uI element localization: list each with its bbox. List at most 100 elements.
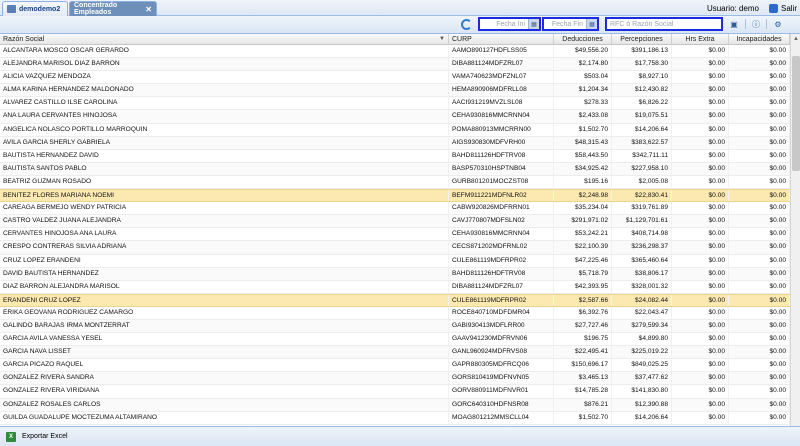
cell-hrs-extra: $0.00 bbox=[672, 190, 729, 202]
table-row[interactable]: AVILA GARCIA SHERLY GABRIELA AIGS930830MD… bbox=[0, 136, 790, 150]
cell-deducciones: $503.04 bbox=[554, 71, 612, 84]
cell-curp: CEHA930816MMCRNN04 bbox=[449, 228, 554, 241]
cell-incapacidades: $0.00 bbox=[729, 333, 790, 346]
settings-icon[interactable]: ⚙ bbox=[771, 18, 785, 30]
table-row[interactable]: ALICIA VAZQUEZ MENDOZA VAMA740623MDFZNL07… bbox=[0, 71, 790, 85]
cell-deducciones: $1,502.70 bbox=[554, 411, 612, 424]
fecha-fin-placeholder: Fecha Fin bbox=[551, 20, 583, 28]
table-row[interactable]: ERIKA GEOVANA RODRIGUEZ CAMARGO ROCE84071… bbox=[0, 306, 790, 320]
cell-incapacidades: $0.00 bbox=[729, 45, 790, 58]
user-area: Usuario: demo Salir bbox=[707, 2, 800, 14]
tab-concentrado-empleados[interactable]: Concentrado Empleados ✕ bbox=[69, 1, 157, 16]
cell-curp: GANL960924MDFRVS08 bbox=[449, 346, 554, 359]
tab-demodemo2[interactable]: demodemo2 bbox=[2, 1, 68, 16]
cell-hrs-extra: $0.00 bbox=[672, 372, 729, 385]
vertical-scrollbar[interactable]: ▲ bbox=[790, 34, 800, 426]
cell-deducciones: $5,718.79 bbox=[554, 267, 612, 280]
export-excel-button[interactable]: X Exportar Excel bbox=[6, 431, 68, 442]
table-row[interactable]: ALEJANDRA MARISOL DIAZ BARRON DIBA881124M… bbox=[0, 58, 790, 72]
excel-icon: X bbox=[6, 431, 16, 442]
exit-icon[interactable] bbox=[768, 3, 778, 13]
table-row[interactable]: BEATRIZ GUZMAN ROSADO GURB801201MOCZST08 $… bbox=[0, 175, 790, 190]
sort-desc-icon[interactable]: ▼ bbox=[439, 34, 445, 45]
info-icon[interactable]: ⓘ bbox=[749, 18, 763, 30]
cell-incapacidades: $0.00 bbox=[729, 190, 790, 202]
fecha-ini-placeholder: Fecha Ini bbox=[496, 20, 525, 28]
calendar-icon[interactable]: ▦ bbox=[586, 19, 597, 29]
table-row[interactable]: GARCIA PICAZO RAQUEL GAPR880305MDFRCQ06 $1… bbox=[0, 359, 790, 373]
table-row[interactable]: GONZALEZ RIVERA SANDRA GORS810419MDFNVN05… bbox=[0, 372, 790, 386]
table-row[interactable]: ANA LAURA CERVANTES HINOJOSA CEHA930816MM… bbox=[0, 110, 790, 124]
cell-curp: CABW920826MDFRRN01 bbox=[449, 202, 554, 215]
table-row[interactable]: BENITEZ FLORES MARIANA NOEMI BEFM911221MD… bbox=[0, 189, 790, 203]
search-button-icon[interactable]: ▣ bbox=[727, 18, 741, 30]
cell-deducciones: $34,925.42 bbox=[554, 162, 612, 175]
close-icon[interactable]: ✕ bbox=[145, 5, 152, 14]
table-row[interactable]: BAUTISTA HERNANDEZ DAVID BAHD811126HDFTRV… bbox=[0, 149, 790, 163]
cell-curp: BASP570310HSPTNB04 bbox=[449, 162, 554, 175]
search-input[interactable]: RFC ó Razón Social bbox=[605, 17, 723, 31]
table-row[interactable]: CRUZ LOPEZ ERANDENI CULE861119MDFRPR02 $47… bbox=[0, 254, 790, 268]
exit-link[interactable]: Salir bbox=[781, 4, 797, 13]
column-header-hrs-extra[interactable]: Hrs Extra bbox=[672, 34, 729, 45]
cell-razon-social: ALVAREZ CASTILLO ILSE CAROLINA bbox=[0, 97, 449, 110]
tab-label: Concentrado Empleados bbox=[74, 2, 118, 16]
table-row[interactable]: CASTRO VALDEZ JUANA ALEJANDRA CAVJ770807M… bbox=[0, 215, 790, 229]
column-header-razon-social[interactable]: Razón Social ▼ bbox=[0, 34, 449, 45]
table-row[interactable]: GONZALEZ RIVERA VIRIDIANA GORV880911MDFNV… bbox=[0, 385, 790, 399]
scrollbar-thumb[interactable] bbox=[792, 56, 800, 171]
table-row[interactable]: GARCIA AVILA VANESSA YESEL GAAV941230MDFR… bbox=[0, 333, 790, 347]
cell-percepciones: $1,129,701.61 bbox=[612, 215, 672, 228]
table-row[interactable]: ALMA KARINA HERNANDEZ MALDONADO HEMA89090… bbox=[0, 84, 790, 98]
column-header-percepciones[interactable]: Percepciones bbox=[612, 34, 672, 45]
table-row[interactable]: GARCIA NAVA LISSET GANL960924MDFRVS08 $22,… bbox=[0, 346, 790, 360]
cell-curp: MOAG801212MMSCLL04 bbox=[449, 411, 554, 424]
cell-razon-social: BENITEZ FLORES MARIANA NOEMI bbox=[0, 190, 449, 202]
scroll-up-icon[interactable]: ▲ bbox=[791, 34, 800, 44]
cell-deducciones: $196.75 bbox=[554, 333, 612, 346]
table-row[interactable]: DAVID BAUTISTA HERNANDEZ BAHD811126HDFTRV… bbox=[0, 267, 790, 281]
cell-hrs-extra: $0.00 bbox=[672, 202, 729, 215]
cell-percepciones: $38,806.17 bbox=[612, 267, 672, 280]
cell-curp: GORS810419MDFNVN05 bbox=[449, 372, 554, 385]
cell-razon-social: GARCIA NAVA LISSET bbox=[0, 346, 449, 359]
table-row[interactable]: ALCANTARA MOSCO OSCAR GERARDO AAMO890127H… bbox=[0, 45, 790, 59]
cell-curp: BEFM911221MDFNLR02 bbox=[449, 190, 554, 202]
cell-curp: DIBA881124MDFZRL07 bbox=[449, 58, 554, 71]
cell-deducciones: $49,556.20 bbox=[554, 45, 612, 58]
cell-incapacidades: $0.00 bbox=[729, 84, 790, 97]
cell-curp: GORC640310HDFNSR08 bbox=[449, 398, 554, 411]
calendar-icon[interactable]: ▦ bbox=[528, 19, 539, 29]
table-row[interactable]: CRESPO CONTRERAS SILVIA ADRIANA CECS87120… bbox=[0, 241, 790, 255]
cell-hrs-extra: $0.00 bbox=[672, 294, 729, 306]
cell-percepciones: $279,599.34 bbox=[612, 319, 672, 333]
column-header-incapacidades[interactable]: Incapacidades bbox=[729, 34, 790, 45]
cell-deducciones: $27,727.46 bbox=[554, 319, 612, 333]
table-row[interactable]: ERANDENI CRUZ LOPEZ CULE861119MDFRPR02 $2,… bbox=[0, 293, 790, 307]
column-header-curp[interactable]: CURP bbox=[449, 34, 554, 45]
table-row[interactable]: BAUTISTA SANTOS PABLO BASP570310HSPTNB04 $… bbox=[0, 162, 790, 176]
table-row[interactable]: ALVAREZ CASTILLO ILSE CAROLINA AACI931219… bbox=[0, 97, 790, 111]
cell-incapacidades: $0.00 bbox=[729, 359, 790, 372]
table-row[interactable]: GALINDO BARAJAS IRMA MONTZERRAT GABI93041… bbox=[0, 319, 790, 334]
table-row[interactable]: CAREAGA BERMEJO WENDY PATRICIA CABW920826… bbox=[0, 202, 790, 216]
cell-incapacidades: $0.00 bbox=[729, 267, 790, 280]
cell-hrs-extra: $0.00 bbox=[672, 136, 729, 149]
cell-deducciones: $278.33 bbox=[554, 97, 612, 110]
table-row[interactable]: DIAZ BARRON ALEJANDRA MARISOL DIBA881124M… bbox=[0, 280, 790, 294]
table-row[interactable]: CERVANTES HINOJOSA ANA LAURA CEHA930816MM… bbox=[0, 228, 790, 242]
cell-curp: BAHD811126HDFTRV08 bbox=[449, 267, 554, 280]
fecha-ini-field[interactable]: Fecha Ini ▦ bbox=[478, 17, 541, 31]
cell-hrs-extra: $0.00 bbox=[672, 123, 729, 136]
cell-curp: GAAV941230MDFRVN06 bbox=[449, 333, 554, 346]
column-header-deducciones[interactable]: Deducciones bbox=[554, 34, 612, 45]
cell-razon-social: CRESPO CONTRERAS SILVIA ADRIANA bbox=[0, 241, 449, 254]
fecha-fin-field[interactable]: Fecha Fin ▦ bbox=[542, 17, 599, 31]
refresh-icon[interactable] bbox=[461, 19, 472, 30]
cell-deducciones: $58,443.50 bbox=[554, 149, 612, 162]
cell-razon-social: GALINDO BARAJAS IRMA MONTZERRAT bbox=[0, 319, 449, 333]
table-row[interactable]: ANGELICA NOLASCO PORTILLO MARROQUIN POMA8… bbox=[0, 123, 790, 137]
table-row[interactable]: GUILDA GUADALUPE MOCTEZUMA ALTAMIRANO MOA… bbox=[0, 411, 790, 425]
table-row[interactable]: GONZALEZ ROSALES CARLOS GORC640310HDFNSR0… bbox=[0, 398, 790, 412]
cell-incapacidades: $0.00 bbox=[729, 346, 790, 359]
